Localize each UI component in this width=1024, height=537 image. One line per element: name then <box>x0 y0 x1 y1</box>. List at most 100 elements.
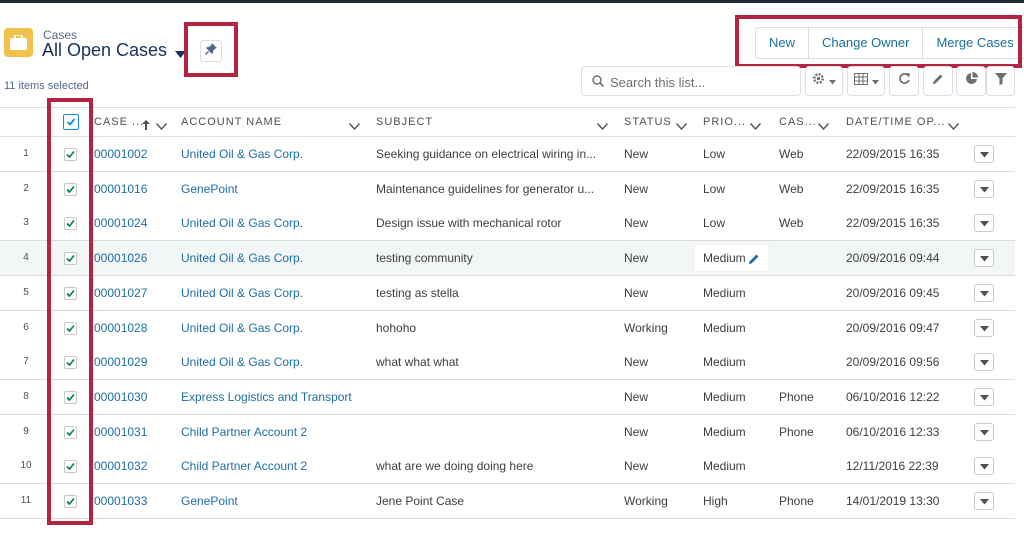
gear-icon <box>812 72 825 90</box>
account-name-link[interactable]: United Oil & Gas Corp. <box>181 311 366 345</box>
account-name-link[interactable]: United Oil & Gas Corp. <box>181 206 366 240</box>
account-name-link[interactable]: United Oil & Gas Corp. <box>181 276 366 310</box>
change-owner-button[interactable]: Change Owner <box>809 28 924 58</box>
case-number-link[interactable]: 00001002 <box>94 137 147 171</box>
subject-cell: what what what <box>376 355 459 370</box>
row-checkbox[interactable] <box>64 356 77 370</box>
list-view-chevron-down-icon[interactable] <box>175 46 186 64</box>
pencil-icon[interactable] <box>748 252 760 270</box>
row-actions-button[interactable] <box>974 283 994 302</box>
row-checkbox[interactable] <box>64 217 77 231</box>
case-origin-cell: Phone <box>779 389 814 404</box>
list-actions: New Change Owner Merge Cases <box>755 27 1024 59</box>
case-number-link[interactable]: 00001024 <box>94 206 147 240</box>
chevron-down-icon[interactable] <box>947 117 960 135</box>
filter-icon <box>994 72 1007 90</box>
date-time-opened-cell: 20/09/2016 09:47 <box>846 320 940 335</box>
chevron-down-icon[interactable] <box>348 117 361 135</box>
row-number: 4 <box>23 252 29 264</box>
column-header-status[interactable]: STATUS <box>624 108 672 136</box>
display-as-button[interactable] <box>847 66 885 96</box>
case-number-link[interactable]: 00001028 <box>94 311 147 345</box>
refresh-button[interactable] <box>889 66 919 96</box>
sort-ascending-icon[interactable] <box>142 117 150 135</box>
column-header-priority[interactable]: PRIO... <box>703 108 746 136</box>
row-actions-button[interactable] <box>974 179 994 198</box>
account-name-link[interactable]: Express Logistics and Transport <box>181 380 366 414</box>
row-checkbox[interactable] <box>64 495 77 508</box>
pin-list-view-button[interactable] <box>200 40 222 62</box>
row-checkbox[interactable] <box>64 460 77 474</box>
row-actions-button[interactable] <box>974 318 994 337</box>
date-time-opened-cell: 20/09/2016 09:44 <box>846 251 940 266</box>
row-checkbox[interactable] <box>64 425 77 439</box>
chevron-down-icon[interactable] <box>155 117 168 135</box>
case-number-link[interactable]: 00001031 <box>94 415 147 449</box>
case-origin-cell: Web <box>779 181 804 196</box>
row-actions-button[interactable] <box>974 145 994 163</box>
charts-button[interactable] <box>956 66 986 96</box>
column-header-subject[interactable]: SUBJECT <box>376 108 433 136</box>
case-number-link[interactable]: 00001033 <box>94 484 147 518</box>
account-name-link[interactable]: Child Partner Account 2 <box>181 415 366 449</box>
row-actions-button[interactable] <box>974 353 994 372</box>
account-name-link[interactable]: United Oil & Gas Corp. <box>181 137 366 171</box>
filters-button[interactable] <box>986 66 1015 96</box>
row-checkbox[interactable] <box>64 252 77 266</box>
inline-edit-button[interactable] <box>923 66 953 96</box>
new-button[interactable]: New <box>756 28 810 58</box>
row-actions-button[interactable] <box>974 422 994 441</box>
chevron-down-icon[interactable] <box>675 117 688 135</box>
merge-cases-button[interactable]: Merge Cases <box>923 28 1024 58</box>
pin-icon <box>205 42 217 60</box>
case-number-link[interactable]: 00001016 <box>94 172 147 206</box>
row-actions-button[interactable] <box>974 492 994 510</box>
table-row: 1 00001002 United Oil & Gas Corp. Seekin… <box>0 137 1015 172</box>
status-cell: New <box>624 285 649 300</box>
priority-cell: High <box>703 494 728 508</box>
chevron-down-icon[interactable] <box>749 117 762 135</box>
account-name-link[interactable]: United Oil & Gas Corp. <box>181 241 366 275</box>
column-header-date-time-opened[interactable]: DATE/TIME OP... <box>846 108 946 136</box>
case-number-link[interactable]: 00001029 <box>94 345 147 379</box>
case-number-link[interactable]: 00001027 <box>94 276 147 310</box>
list-settings-button[interactable] <box>805 66 843 96</box>
status-cell: New <box>624 389 649 404</box>
table-row: 4 00001026 United Oil & Gas Corp. testin… <box>0 241 1015 277</box>
subject-cell <box>376 415 601 449</box>
account-name-link[interactable]: Child Partner Account 2 <box>181 449 366 483</box>
subject-cell: testing community <box>376 251 473 266</box>
priority-cell: Medium <box>703 320 746 335</box>
column-header-case-origin[interactable]: CAS... <box>779 108 817 136</box>
account-name-link[interactable]: GenePoint <box>181 484 366 518</box>
account-name-link[interactable]: United Oil & Gas Corp. <box>181 345 366 379</box>
row-checkbox[interactable] <box>64 390 77 404</box>
subject-cell: hohoho <box>376 320 417 335</box>
case-number-link[interactable]: 00001030 <box>94 380 147 414</box>
subject-cell: testing as stella <box>376 285 459 300</box>
row-actions-button[interactable] <box>974 457 994 476</box>
row-actions-button[interactable] <box>974 249 994 268</box>
priority-cell: Medium <box>703 355 746 370</box>
chevron-down-icon <box>871 72 879 90</box>
column-header-case-number[interactable]: CASE ... <box>94 108 144 136</box>
row-checkbox[interactable] <box>64 321 77 335</box>
list-view-title[interactable]: All Open Cases <box>42 40 167 61</box>
row-checkbox[interactable] <box>64 182 77 196</box>
row-number: 5 <box>23 286 29 298</box>
row-actions-button[interactable] <box>974 387 994 406</box>
priority-cell: Medium <box>703 424 746 439</box>
row-checkbox[interactable] <box>64 286 77 300</box>
column-header-account-name[interactable]: ACCOUNT NAME <box>181 108 282 136</box>
account-name-link[interactable]: GenePoint <box>181 172 366 206</box>
chevron-down-icon[interactable] <box>596 117 609 135</box>
chevron-down-icon <box>829 72 836 90</box>
row-checkbox[interactable] <box>64 148 77 161</box>
search-box[interactable] <box>581 66 801 96</box>
case-number-link[interactable]: 00001026 <box>94 241 147 275</box>
select-all-checkbox[interactable] <box>63 114 79 130</box>
case-number-link[interactable]: 00001032 <box>94 449 147 483</box>
chevron-down-icon[interactable] <box>817 117 830 135</box>
search-input[interactable] <box>610 73 795 91</box>
row-actions-button[interactable] <box>974 214 994 233</box>
